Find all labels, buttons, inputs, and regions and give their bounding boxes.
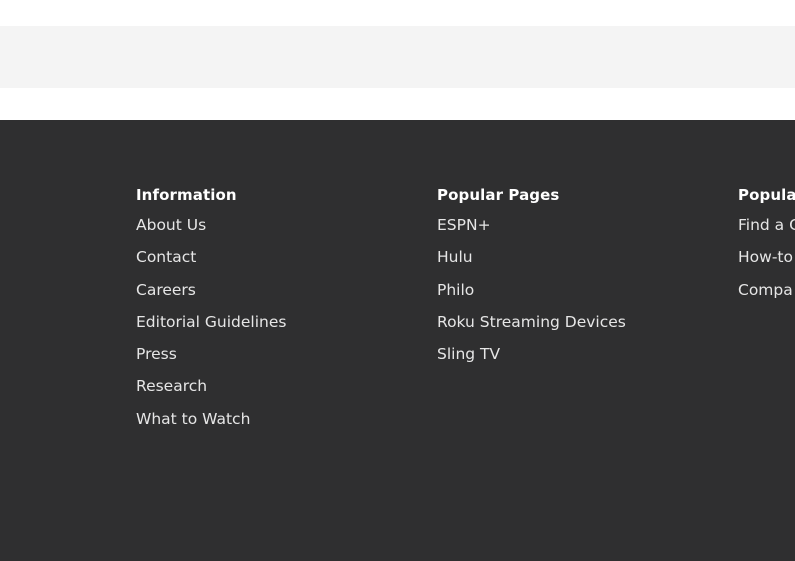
gray-banner-strip	[0, 26, 795, 88]
footer-link-roku-streaming-devices[interactable]: Roku Streaming Devices	[437, 313, 626, 345]
footer-link-editorial-guidelines[interactable]: Editorial Guidelines	[136, 313, 286, 345]
footer-heading-popular-partial: Popula	[738, 186, 795, 204]
footer-link-partial-personal[interactable]: ersonal	[0, 389, 1, 407]
footer-link-what-to-watch[interactable]: What to Watch	[136, 410, 286, 442]
footer-link-careers[interactable]: Careers	[136, 281, 286, 313]
footer-link-how-to[interactable]: How-to	[738, 248, 795, 280]
footer-link-find-a[interactable]: Find a C	[738, 216, 795, 248]
footer-column-information: Information About Us Contact Careers Edi…	[136, 186, 286, 442]
footer-heading-information: Information	[136, 186, 237, 204]
footer-column-popular-partial: Popula Find a C How-to Compa	[738, 186, 795, 313]
footer-link-press[interactable]: Press	[136, 345, 286, 377]
footer-links-information: About Us Contact Careers Editorial Guide…	[136, 216, 286, 442]
footer-link-compare[interactable]: Compa	[738, 281, 795, 313]
footer-links-popular-partial: Find a C How-to Compa	[738, 216, 795, 313]
footer-link-espn-plus[interactable]: ESPN+	[437, 216, 626, 248]
footer-links-popular-pages: ESPN+ Hulu Philo Roku Streaming Devices …	[437, 216, 626, 377]
footer-link-sling-tv[interactable]: Sling TV	[437, 345, 626, 377]
footer-column-popular-pages: Popular Pages ESPN+ Hulu Philo Roku Stre…	[437, 186, 626, 377]
footer-link-research[interactable]: Research	[136, 377, 286, 409]
footer-link-about-us[interactable]: About Us	[136, 216, 286, 248]
footer-heading-popular-pages: Popular Pages	[437, 186, 560, 204]
footer-link-contact[interactable]: Contact	[136, 248, 286, 280]
footer-link-hulu[interactable]: Hulu	[437, 248, 626, 280]
site-footer: ersonal sitive Information About Us Cont…	[0, 120, 795, 561]
page-top-area	[0, 0, 795, 26]
footer-link-philo[interactable]: Philo	[437, 281, 626, 313]
